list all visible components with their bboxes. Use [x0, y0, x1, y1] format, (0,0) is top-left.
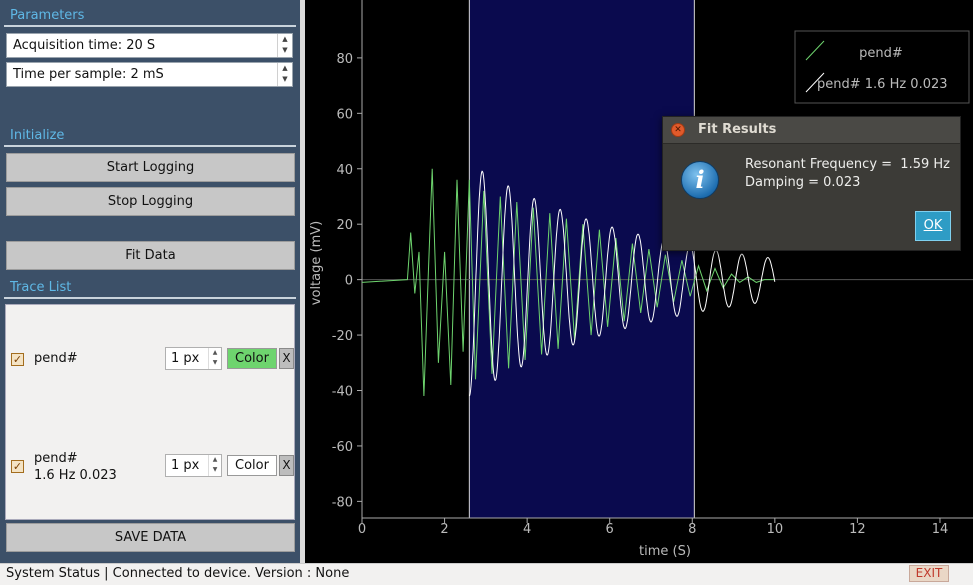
trace-visible-checkbox[interactable]: ✓	[11, 460, 24, 473]
status-text: System Status | Connected to device. Ver…	[6, 566, 350, 581]
spin-arrows-icon[interactable]: ▲ ▼	[208, 348, 221, 369]
spin-arrows-icon[interactable]: ▲ ▼	[208, 455, 221, 476]
time-per-sample-spinbox[interactable]: Time per sample: 2 mS ▲ ▼	[6, 62, 293, 87]
dialog-title: Fit Results	[698, 122, 777, 137]
save-data-button[interactable]: SAVE DATA	[6, 523, 295, 552]
trace-fit-detail: 1.6 Hz 0.023	[34, 468, 117, 483]
y-tick-label: 60	[336, 107, 353, 122]
line-width-value: 1 px	[171, 351, 200, 366]
resonant-frequency-text: Resonant Frequency = 1.59 Hz	[745, 157, 950, 172]
status-bar: System Status | Connected to device. Ver…	[0, 563, 973, 585]
voltage-time-chart[interactable]: -80 -60 -40 -20 0 20 40 60 80 0 2 4 6 8 10 12 14 time (S)…	[305, 0, 973, 563]
start-logging-button[interactable]: Start Logging	[6, 153, 295, 182]
x-tick-label: 14	[932, 522, 949, 537]
x-tick-label: 8	[688, 522, 696, 537]
remove-trace-button[interactable]: X	[279, 348, 294, 369]
trace-color-button[interactable]: Color	[227, 348, 277, 369]
initialize-header: Initialize	[10, 128, 65, 143]
y-tick-label: 20	[336, 218, 353, 233]
x-tick-label: 6	[606, 522, 614, 537]
legend-label: pend#	[859, 46, 903, 61]
trace-list: ✓ pend# 1 px ▲ ▼ Color X ✓ pend# 1.6 Hz 0…	[5, 304, 295, 520]
y-tick-label: -80	[332, 495, 353, 510]
exit-button[interactable]: EXIT	[909, 565, 949, 582]
line-width-value: 1 px	[171, 458, 200, 473]
x-tick-label: 2	[440, 522, 448, 537]
legend-label: pend# 1.6 Hz 0.023	[817, 77, 948, 92]
acquisition-time-value: Acquisition time: 20 S	[13, 38, 156, 53]
x-tick-label: 10	[767, 522, 784, 537]
trace-name: pend#	[34, 351, 78, 366]
trace-visible-checkbox[interactable]: ✓	[11, 353, 24, 366]
spin-arrows-icon[interactable]: ▲ ▼	[277, 34, 292, 57]
x-axis-label: time (S)	[639, 544, 691, 559]
dialog-titlebar: ✕ Fit Results	[663, 117, 960, 144]
ok-button[interactable]: OK	[915, 211, 951, 241]
close-icon[interactable]: ✕	[671, 123, 685, 137]
y-tick-label: -60	[332, 440, 353, 455]
x-tick-label: 4	[523, 522, 531, 537]
remove-trace-button[interactable]: X	[279, 455, 294, 476]
acquisition-time-spinbox[interactable]: Acquisition time: 20 S ▲ ▼	[6, 33, 293, 58]
legend-box	[794, 30, 970, 104]
trace-color-button[interactable]: Color	[227, 455, 277, 476]
line-width-spinbox[interactable]: 1 px ▲ ▼	[165, 347, 222, 370]
initialize-divider	[4, 145, 296, 147]
stop-logging-button[interactable]: Stop Logging	[6, 187, 295, 216]
trace-list-header: Trace List	[10, 280, 72, 295]
y-tick-label: 80	[336, 52, 353, 67]
parameters-divider	[4, 25, 296, 27]
time-per-sample-value: Time per sample: 2 mS	[13, 67, 164, 82]
fit-results-dialog: ✕ Fit Results i Resonant Frequency = 1.5…	[662, 116, 961, 251]
trace-name: pend#	[34, 451, 78, 466]
y-tick-label: 40	[336, 163, 353, 178]
y-axis-label: voltage (mV)	[309, 221, 324, 305]
control-panel: Parameters Acquisition time: 20 S ▲ ▼ Tim…	[0, 0, 300, 563]
plot-area[interactable]: -80 -60 -40 -20 0 20 40 60 80 0 2 4 6 8 10 12 14 time (S)…	[305, 0, 973, 563]
fit-data-button[interactable]: Fit Data	[6, 241, 295, 270]
y-tick-label: 0	[345, 274, 353, 289]
info-icon: i	[681, 161, 719, 199]
x-tick-label: 0	[358, 522, 366, 537]
trace-list-divider	[4, 297, 296, 299]
spin-arrows-icon[interactable]: ▲ ▼	[277, 63, 292, 86]
line-width-spinbox[interactable]: 1 px ▲ ▼	[165, 454, 222, 477]
y-tick-label: -20	[332, 329, 353, 344]
x-tick-label: 12	[849, 522, 866, 537]
parameters-header: Parameters	[10, 8, 85, 23]
y-tick-label: -40	[332, 385, 353, 400]
damping-text: Damping = 0.023	[745, 175, 861, 190]
